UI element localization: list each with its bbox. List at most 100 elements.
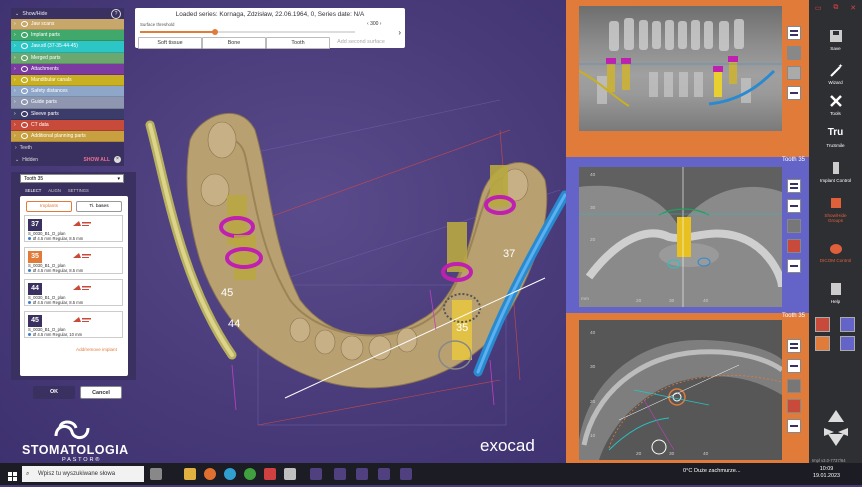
tab-settings[interactable]: SETTINGS [68, 188, 89, 193]
wizard-tool[interactable]: ✦ Wizard [809, 62, 862, 85]
implant-item[interactable]: 37 S_0030_B1_D_plan Ø 4.5 mm Regular, 8.5 … [24, 215, 123, 242]
restore-icon[interactable]: ⧉ [833, 4, 838, 12]
rotate-icon[interactable] [787, 419, 801, 433]
visibility-eye-icon[interactable] [21, 99, 28, 106]
pano-slice-icon[interactable] [787, 66, 801, 80]
trusmile-tool[interactable]: Tru TruSmile [809, 125, 862, 148]
tab-align[interactable]: ALIGN [48, 188, 61, 193]
surface-threshold-slider[interactable] [140, 29, 355, 35]
taskbar-search[interactable]: ⌕ Wpisz tu wyszukiwane słowa [22, 466, 144, 482]
list-icon[interactable] [787, 26, 801, 40]
exocad-task-icon-5[interactable] [400, 468, 412, 480]
layers-icon[interactable] [787, 359, 801, 373]
help-tool[interactable]: Help [809, 281, 862, 304]
visibility-eye-icon[interactable] [21, 54, 28, 61]
axial-scan[interactable]: 40 30 20 10 20 30 40 [579, 320, 782, 460]
cancel-button[interactable]: Cancel [80, 386, 122, 399]
subtab-implants[interactable]: Implants [26, 201, 72, 212]
chevron-right-icon[interactable]: › [14, 55, 18, 61]
cross-section-scan[interactable]: 40 30 20 10 20 30 40 mm [579, 167, 782, 307]
chevron-right-icon[interactable]: › [14, 66, 18, 72]
list-icon[interactable] [787, 339, 801, 353]
clock[interactable]: 10:09 19.01.2023 [813, 466, 840, 480]
cross-thumb-icon[interactable] [787, 219, 801, 233]
panoramic-scan[interactable] [579, 6, 782, 131]
chevron-right-icon[interactable]: › [14, 122, 18, 128]
minimize-icon[interactable]: ▭ [815, 4, 822, 12]
layout-quad-1[interactable] [815, 317, 830, 332]
visibility-eye-icon[interactable] [21, 121, 28, 128]
tooth-select[interactable]: Tooth 35 ▾ [20, 174, 124, 183]
file-explorer-icon[interactable] [184, 468, 196, 480]
firefox-icon[interactable] [204, 468, 216, 480]
exocad-task-icon-2[interactable] [334, 468, 346, 480]
teeth-row[interactable]: › Teeth [11, 142, 124, 155]
windows-start-icon[interactable] [8, 469, 18, 481]
visibility-eye-icon[interactable] [21, 43, 28, 50]
implant-control-tool[interactable]: Implant Control [809, 160, 862, 183]
increment-icon[interactable]: › [380, 21, 382, 27]
subtab-ti-bases[interactable]: Ti. bases [76, 201, 122, 212]
group-row[interactable]: › Safety distances [11, 86, 124, 98]
group-row[interactable]: › Mandibular canals [11, 74, 124, 87]
show-hide-header[interactable]: ⌄ Show/Hide ? [11, 8, 124, 19]
tools-tool[interactable]: Tools [809, 93, 862, 116]
edge-icon[interactable] [224, 468, 236, 480]
app-icon-2[interactable] [284, 468, 296, 480]
exocad-task-icon-1[interactable] [310, 468, 322, 480]
close-window-icon[interactable]: ✕ [850, 4, 856, 12]
hidden-row[interactable]: ⌄ Hidden SHOW ALL × [11, 154, 124, 167]
group-row[interactable]: › Merged parts [11, 52, 124, 64]
implant-item[interactable]: 35 S_0030_B1_D_plan Ø 4.5 mm Regular, 8.5 … [24, 247, 123, 274]
add-remove-implant-link[interactable]: Add/remove implant [76, 347, 117, 352]
ok-button[interactable]: OK [33, 386, 75, 399]
chevron-right-icon[interactable]: › [14, 111, 18, 117]
chevron-right-icon[interactable]: › [14, 133, 18, 139]
save-tool[interactable]: Save [809, 28, 862, 51]
chevron-right-icon[interactable]: › [14, 43, 18, 49]
add-second-surface-button[interactable]: Add second surface [331, 37, 391, 47]
axial-view-panel[interactable]: Tooth 35 40 30 20 10 20 30 40 [566, 313, 809, 463]
group-row[interactable]: › Sleeve parts [11, 108, 124, 120]
chrome-icon[interactable] [244, 468, 256, 480]
reset-view-icon[interactable] [787, 86, 801, 100]
red-thumb-icon[interactable] [787, 239, 801, 253]
group-row[interactable]: › Guide parts [11, 97, 124, 109]
tab-select[interactable]: SELECT [25, 188, 41, 193]
implant-axis-icon[interactable] [787, 199, 801, 213]
tooth-button[interactable]: Tooth [266, 37, 330, 49]
implant-item[interactable]: 44 S_0030_B1_D_plan Ø 4.5 mm Regular, 8.5 … [24, 279, 123, 306]
soft-tissue-button[interactable]: Soft tissue [138, 37, 202, 49]
list-icon[interactable] [787, 179, 801, 193]
exocad-task-icon-3[interactable] [356, 468, 368, 480]
bone-button[interactable]: Bone [202, 37, 266, 49]
task-view-icon[interactable] [150, 468, 162, 480]
chevron-right-icon[interactable]: › [14, 77, 18, 83]
group-row[interactable]: › Implant parts [11, 30, 124, 42]
implant-item[interactable]: 45 S_0030_B1_D_plan Ø 4.5 mm Regular, 10 m… [24, 311, 123, 338]
close-icon[interactable]: × [114, 156, 121, 164]
surface-threshold-value[interactable]: ‹ 300 › [367, 21, 381, 27]
axial-thumb-icon[interactable] [787, 379, 801, 393]
group-row[interactable]: › Additional planning parts [11, 130, 124, 143]
layout-quad-2[interactable] [840, 317, 855, 332]
weather-widget[interactable]: 0°C Duże zachmurze... [683, 468, 741, 474]
show-all-link[interactable]: SHOW ALL [84, 157, 110, 163]
visibility-eye-icon[interactable] [21, 88, 28, 95]
slider-knob[interactable] [212, 29, 218, 35]
panoramic-thumb-icon[interactable] [787, 46, 801, 60]
visibility-eye-icon[interactable] [21, 32, 28, 39]
rotate-icon[interactable] [787, 259, 801, 273]
panoramic-view-panel[interactable] [566, 0, 809, 157]
chevron-right-icon[interactable]: › [14, 21, 18, 27]
chevron-right-icon[interactable]: › [14, 32, 18, 38]
group-row[interactable]: › Attachments [11, 63, 124, 75]
show-hide-groups-tool[interactable]: Show/Hide Groups [809, 195, 862, 223]
visibility-eye-icon[interactable] [21, 65, 28, 72]
visibility-eye-icon[interactable] [21, 21, 28, 28]
chevron-right-icon[interactable]: › [14, 99, 18, 105]
view-navigator-icon[interactable] [822, 408, 850, 448]
collapse-arrow-icon[interactable]: › [398, 28, 401, 37]
exocad-task-icon-4[interactable] [378, 468, 390, 480]
dicom-control-tool[interactable]: DICOM Control [809, 240, 862, 263]
